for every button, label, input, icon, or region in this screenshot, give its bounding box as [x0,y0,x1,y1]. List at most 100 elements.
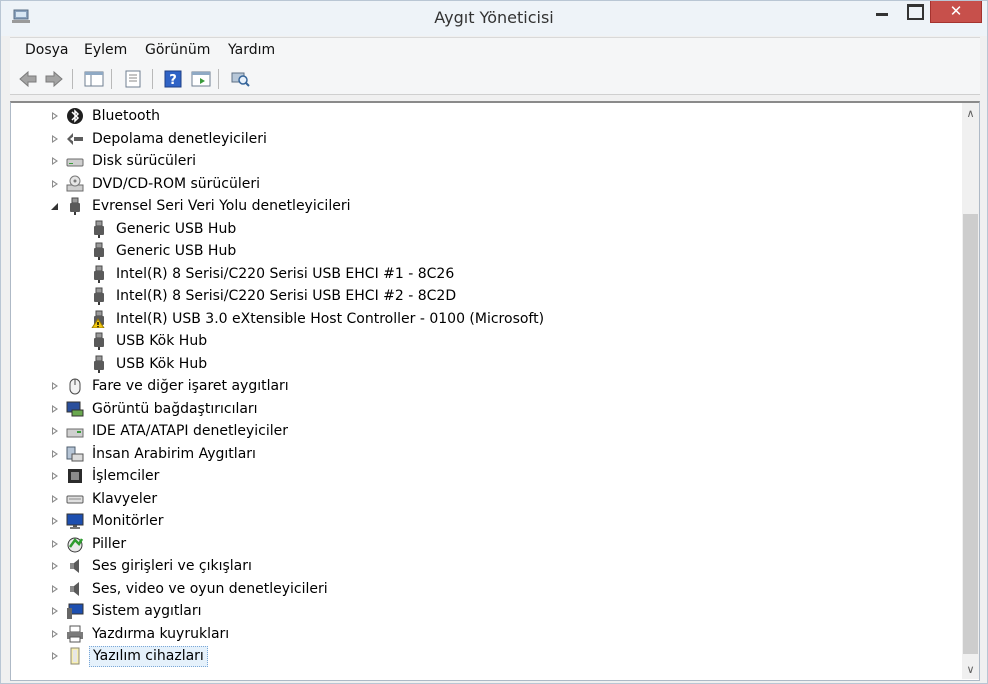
tree-category-row[interactable]: Piller [11,533,951,555]
collapse-triangle-icon[interactable] [50,195,60,217]
tree-item-label: Sistem aygıtları [92,603,202,619]
expand-triangle-icon[interactable] [50,510,60,532]
tree-category-row[interactable]: İşlemciler [11,465,951,487]
tree-item-label: Evrensel Seri Veri Yolu denetleyicileri [92,198,351,214]
properties-icon[interactable] [123,69,143,89]
tree-item-label: Ses, video ve oyun denetleyicileri [92,580,328,597]
expand-triangle-icon[interactable] [50,173,60,195]
scroll-up-icon[interactable]: ∧ [962,105,979,122]
expand-triangle-icon[interactable] [50,533,60,555]
tree-category-row[interactable]: İnsan Arabirim Aygıtları [11,443,951,465]
expand-triangle-icon[interactable] [50,375,60,397]
scroll-down-icon[interactable]: ∨ [962,661,979,678]
hid-icon [66,446,84,461]
tree-item-label: Intel(R) 8 Serisi/C220 Serisi USB EHCI #… [116,288,457,304]
printer-icon [67,625,83,642]
tree-category-row[interactable]: IDE ATA/ATAPI denetleyiciler [11,420,951,442]
tree-item-label: IDE ATA/ATAPI denetleyiciler [92,423,289,439]
tree-category-row[interactable]: Bluetooth [11,105,951,127]
tree-item-label: Monitörler [92,513,164,529]
expand-triangle-icon[interactable] [50,645,60,667]
usb-icon [94,242,104,260]
menu-gorunum[interactable]: Görünüm [145,42,210,58]
tree-device-row[interactable]: Intel(R) 8 Serisi/C220 Serisi USB EHCI #… [11,263,951,285]
back-icon[interactable] [18,69,38,89]
tree-device-row[interactable]: Generic USB Hub [11,218,951,240]
tree-device-row[interactable]: Intel(R) USB 3.0 eXtensible Host Control… [11,308,951,330]
tree-category-row[interactable]: Sistem aygıtları [11,600,951,622]
tree-item-label: Depolama denetleyicileri [92,130,267,147]
tree-category-row[interactable]: Ses girişleri ve çıkışları [11,555,951,577]
expand-triangle-icon[interactable] [50,150,60,172]
usb-icon [94,265,104,283]
update-driver-icon[interactable] [191,69,211,89]
expand-triangle-icon[interactable] [50,600,60,622]
close-button[interactable]: ✕ [930,1,982,23]
expand-triangle-icon[interactable] [50,465,60,487]
tree-item-label: Intel(R) 8 Serisi/C220 Serisi USB EHCI #… [116,265,455,282]
minimize-button[interactable] [869,1,895,23]
usb-warning-icon [91,310,105,328]
device-tree[interactable]: ∧ ∨ Bluetooth Depolama denetleyicileri Dis… [10,101,980,681]
expand-triangle-icon[interactable] [50,420,60,442]
tree-item-label: DVD/CD-ROM sürücüleri [92,175,261,192]
battery-icon [67,537,84,552]
tree-device-row[interactable]: Intel(R) 8 Serisi/C220 Serisi USB EHCI #… [11,285,951,307]
storage-controller-icon [67,132,83,145]
tree-category-row[interactable]: Klavyeler [11,488,951,510]
tree-item-label: Generic USB Hub [116,220,237,237]
vertical-scrollbar[interactable]: ∧ ∨ [962,103,979,679]
tree-category-row[interactable]: Depolama denetleyicileri [11,128,951,150]
expand-triangle-icon[interactable] [50,128,60,150]
tree-category-row[interactable]: Evrensel Seri Veri Yolu denetleyicileri [11,195,951,217]
menu-yardim[interactable]: Yardım [228,42,275,58]
tree-category-row[interactable]: Görüntü bağdaştırıcıları [11,398,951,420]
tree-category-row[interactable]: Yazılım cihazları [11,645,951,667]
tree-device-row[interactable]: USB Kök Hub [11,330,951,352]
usb-icon [94,332,104,350]
expand-triangle-icon[interactable] [50,398,60,420]
expand-triangle-icon[interactable] [50,488,60,510]
usb-icon [94,220,104,238]
tree-category-row[interactable]: Disk sürücüleri [11,150,951,172]
expand-triangle-icon[interactable] [50,578,60,600]
help-icon[interactable]: ? [163,69,183,89]
tree-category-row[interactable]: Ses, video ve oyun denetleyicileri [11,578,951,600]
maximize-button[interactable] [899,1,927,23]
dvd-drive-icon [66,175,84,191]
monitor-icon [66,513,84,529]
speaker-icon [70,581,79,596]
tree-device-row[interactable]: Generic USB Hub [11,240,951,262]
expand-triangle-icon[interactable] [50,623,60,645]
scrollbar-thumb[interactable] [963,214,978,654]
scan-hardware-icon[interactable] [230,69,250,89]
mouse-icon [69,378,81,395]
forward-icon[interactable] [44,69,64,89]
menu-eylem[interactable]: Eylem [84,42,127,58]
title-bar[interactable]: Aygıt Yöneticisi ✕ [1,1,987,36]
tree-item-label: Generic USB Hub [116,243,237,259]
tree-item-label: Ses girişleri ve çıkışları [92,558,252,574]
tree-device-row[interactable]: USB Kök Hub [11,353,951,375]
toolbar: ? [10,63,980,95]
tree-item-label: USB Kök Hub [116,355,208,372]
menu-bar: Dosya Eylem Görünüm Yardım [10,37,980,63]
expand-triangle-icon[interactable] [50,105,60,127]
tree-category-row[interactable]: Fare ve diğer işaret aygıtları [11,375,951,397]
expand-triangle-icon[interactable] [50,443,60,465]
show-hide-console-tree-icon[interactable] [84,69,104,89]
device-manager-window: Aygıt Yöneticisi ✕ Dosya Eylem Görünüm Y… [0,0,988,684]
tree-item-label: İşlemciler [92,468,160,484]
tree-item-label: Fare ve diğer işaret aygıtları [92,378,289,394]
tree-category-row[interactable]: Yazdırma kuyrukları [11,623,951,645]
tree-item-label: Intel(R) USB 3.0 eXtensible Host Control… [116,310,545,327]
tree-category-row[interactable]: Monitörler [11,510,951,532]
software-device-icon [70,647,80,665]
expand-triangle-icon[interactable] [50,555,60,577]
keyboard-icon [66,495,84,503]
svg-text:?: ? [169,73,177,88]
tree-item-label: Klavyeler [92,490,158,507]
menu-dosya[interactable]: Dosya [25,42,69,58]
tree-category-row[interactable]: DVD/CD-ROM sürücüleri [11,173,951,195]
tree-item-label: İnsan Arabirim Aygıtları [92,445,256,462]
